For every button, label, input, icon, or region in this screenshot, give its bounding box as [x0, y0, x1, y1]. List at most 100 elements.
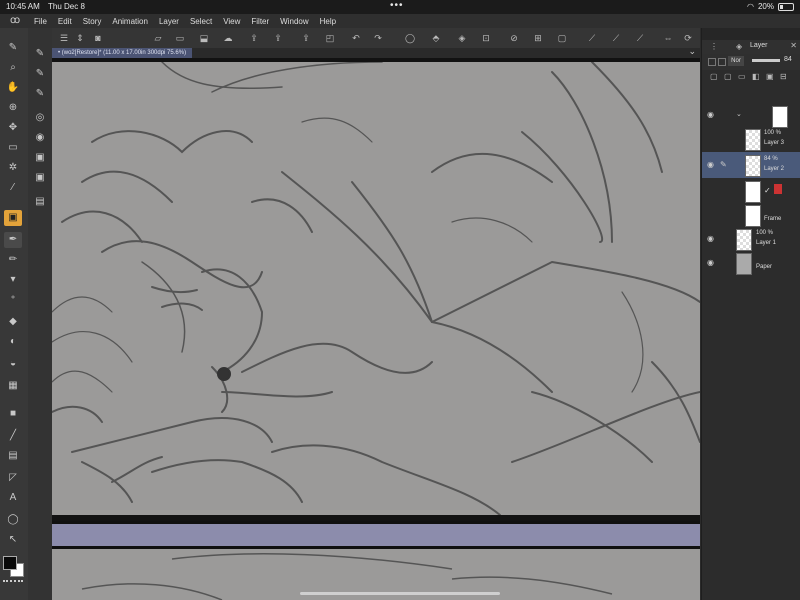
menu-select[interactable]: Select — [190, 17, 212, 26]
gradient-icon[interactable]: ■ — [4, 406, 22, 422]
layer-panel-icon[interactable]: ◈ — [736, 42, 742, 51]
ruler-icon[interactable]: ◸ — [4, 470, 22, 486]
snap3-icon[interactable]: ⟋ — [634, 32, 646, 44]
sub-tool-icon-4[interactable]: ◎ — [31, 110, 49, 126]
menu-view[interactable]: View — [223, 17, 240, 26]
text-icon[interactable]: A — [4, 490, 22, 506]
deselect-icon[interactable]: ⊘ — [508, 32, 520, 44]
eye-icon[interactable]: ◉ — [707, 160, 714, 169]
document-tab[interactable]: • (wo2[Restore]* (11.00 x 17.00in 300dpi… — [52, 48, 193, 58]
layer-panel-title[interactable]: Layer — [750, 42, 768, 49]
layer-2[interactable]: ◉ ✎ 84 % Layer 2 — [702, 152, 800, 178]
new-icon[interactable]: ▱ — [152, 32, 164, 44]
frame-icon[interactable]: ▤ — [4, 448, 22, 464]
trash-icon[interactable]: ⊟ — [780, 72, 787, 81]
grid-icon[interactable]: ▦ — [4, 378, 22, 394]
pen-icon[interactable]: ✒ — [4, 232, 22, 248]
menu-layer[interactable]: Layer — [159, 17, 179, 26]
sub-tool-icon-8[interactable]: ▤ — [31, 194, 49, 210]
object-icon[interactable]: ⊕ — [4, 100, 22, 116]
marquee-icon[interactable]: ▭ — [4, 140, 22, 156]
sub-tool-icon[interactable]: ▣ — [4, 210, 22, 226]
layer-folder[interactable]: ◉ ⌄ — [702, 102, 800, 128]
rotate-icon[interactable]: ⟳ — [682, 32, 694, 44]
export-icon[interactable]: ⇪ — [248, 32, 260, 44]
eye-icon[interactable]: ◉ — [707, 258, 714, 267]
redo-icon[interactable]: ↷ — [372, 32, 384, 44]
new-folder-icon[interactable]: ▭ — [738, 72, 746, 81]
close-icon[interactable]: ✕ — [790, 41, 797, 50]
menu-file[interactable]: File — [34, 17, 47, 26]
selection-icon[interactable]: ▢ — [556, 32, 568, 44]
crop-icon[interactable]: ⊡ — [480, 32, 492, 44]
clip-icon[interactable] — [718, 58, 726, 66]
chevron-down-icon[interactable]: ⌄ — [688, 46, 696, 57]
opacity-slider[interactable] — [752, 59, 780, 62]
open-icon[interactable]: ▭ — [174, 32, 186, 44]
bucket-icon[interactable]: ◈ — [456, 32, 468, 44]
mask-icon[interactable]: ◧ — [752, 72, 760, 81]
color-swatch[interactable] — [3, 556, 25, 577]
sub-tool-icon-5[interactable]: ◉ — [31, 130, 49, 146]
artwork-page[interactable] — [52, 62, 700, 515]
hand-icon[interactable]: ✎ — [4, 40, 22, 56]
export2-icon[interactable]: ⇪ — [272, 32, 284, 44]
opacity-value[interactable]: 84 — [784, 56, 792, 63]
layer-frame-group[interactable]: ✓ — [702, 178, 800, 204]
clipping-icon[interactable]: ▣ — [766, 72, 774, 81]
pattern-icon[interactable] — [3, 580, 23, 586]
new-raster-icon[interactable]: ▢ — [710, 72, 718, 81]
move-icon[interactable]: ✥ — [4, 120, 22, 136]
sub-tool-icon-7[interactable]: ▣ — [31, 170, 49, 186]
brush-icon[interactable]: ▾ — [4, 272, 22, 288]
up-down-icon[interactable]: ⇕ — [74, 32, 86, 44]
sub-tool-icon-6[interactable]: ▣ — [31, 150, 49, 166]
camera-icon[interactable]: ◙ — [92, 32, 104, 44]
menu-edit[interactable]: Edit — [58, 17, 72, 26]
blend-mode-select[interactable]: Nor — [728, 56, 744, 66]
fill-layer-icon[interactable]: ⬘ — [430, 32, 442, 44]
layer-1[interactable]: ◉ 100 % Layer 1 — [702, 226, 800, 252]
home-indicator[interactable] — [300, 592, 500, 595]
invert-icon[interactable]: ⊞ — [532, 32, 544, 44]
lock-icon[interactable] — [708, 58, 716, 66]
export3-icon[interactable]: ⇪ — [300, 32, 312, 44]
layer-frame[interactable]: Frame — [702, 202, 800, 228]
eye-icon[interactable]: ◉ — [707, 110, 714, 119]
transform-icon[interactable]: ◯ — [404, 32, 416, 44]
app-logo-icon[interactable]: ꝏ — [10, 15, 20, 26]
correct-line-icon[interactable]: ↖ — [4, 532, 22, 548]
eyedropper-icon[interactable]: ⁄ — [4, 180, 22, 196]
menu-help[interactable]: Help — [320, 17, 336, 26]
sub-tool-icon-3[interactable]: ✎ — [31, 86, 49, 102]
menu-filter[interactable]: Filter — [251, 17, 269, 26]
eraser-icon[interactable]: ◆ — [4, 314, 22, 330]
clear-icon[interactable]: ◰ — [324, 32, 336, 44]
multitask-dots-icon[interactable]: ••• — [390, 0, 404, 11]
flip-icon[interactable]: ⇔ — [662, 32, 674, 44]
save-icon[interactable]: ⬓ — [198, 32, 210, 44]
line-icon[interactable]: ╱ — [4, 428, 22, 444]
eye-icon[interactable]: ◉ — [707, 234, 714, 243]
grab-icon[interactable]: ✋ — [4, 80, 22, 96]
zoom-icon[interactable]: ⌕ — [4, 60, 22, 76]
layer-3[interactable]: 100 % Layer 3 — [702, 126, 800, 152]
menu-story[interactable]: Story — [83, 17, 102, 26]
fill-icon[interactable]: ◒ — [4, 356, 22, 372]
magic-wand-icon[interactable]: ✲ — [4, 160, 22, 176]
ruler-snap-icon[interactable]: ⟋ — [586, 32, 598, 44]
menu-window[interactable]: Window — [280, 17, 308, 26]
sub-tool-icon-2[interactable]: ✎ — [31, 66, 49, 82]
sub-tool-icon-1[interactable]: ✎ — [31, 46, 49, 62]
airbrush-icon[interactable]: ⁺ — [4, 292, 22, 308]
new-vector-icon[interactable]: ▢ — [724, 72, 732, 81]
menu-animation[interactable]: Animation — [112, 17, 148, 26]
blend-icon[interactable]: ◐ — [4, 334, 22, 350]
menu-icon[interactable]: ☰ — [58, 32, 70, 44]
cloud-icon[interactable]: ☁ — [222, 32, 234, 44]
balloon-icon[interactable]: ◯ — [4, 512, 22, 528]
undo-icon[interactable]: ↶ — [350, 32, 362, 44]
canvas-area[interactable] — [52, 58, 700, 600]
layer-paper[interactable]: ◉ Paper — [702, 250, 800, 276]
pencil-icon[interactable]: ✏ — [4, 252, 22, 268]
